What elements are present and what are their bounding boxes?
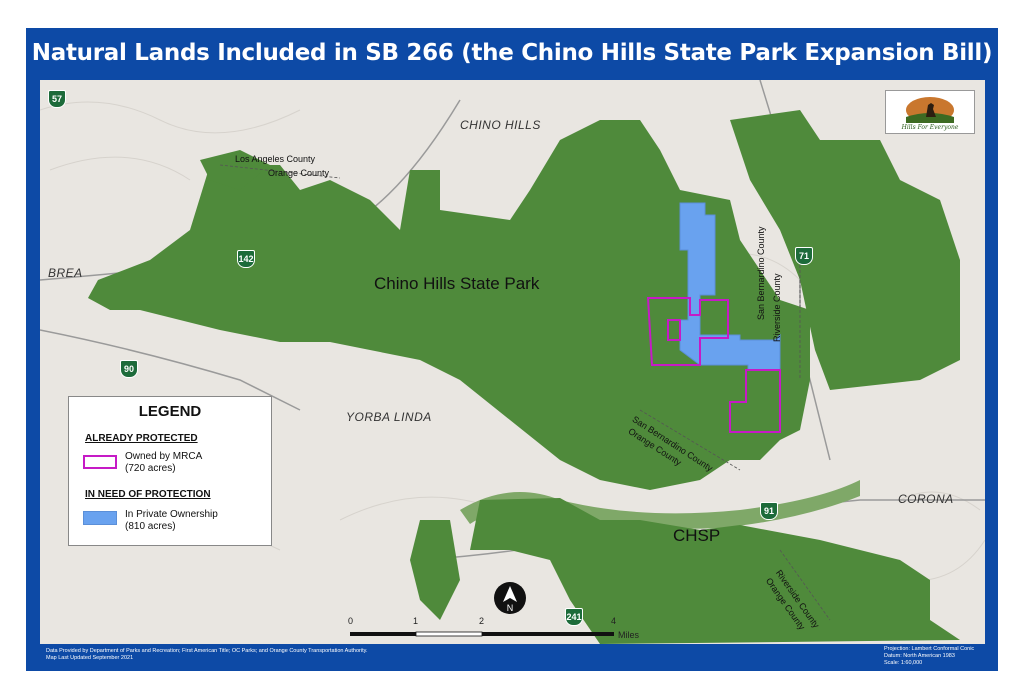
legend-mrca-swatch [83, 455, 117, 469]
label-riverside-county-vertical: Riverside County [772, 273, 782, 342]
scale-tick-0: 0 [348, 616, 354, 626]
scale-tick-2: 2 [479, 616, 485, 626]
park-southwest [410, 520, 460, 620]
label-corona: CORONA [898, 492, 954, 506]
legend-private-label: In Private Ownership [125, 509, 218, 520]
scale-unit: Miles [618, 630, 640, 640]
map-title: Natural Lands Included in SB 266 (the Ch… [31, 40, 993, 66]
scale-tick-1: 1 [413, 616, 419, 626]
footer-source: Data Provided by Department of Parks and… [46, 648, 368, 662]
map-graphics [40, 80, 985, 644]
footer-projection-line: Projection: Lambert Conformal Conic [884, 646, 975, 652]
legend-protected-heading: ALREADY PROTECTED [85, 433, 198, 444]
legend-mrca-label: Owned by MRCA [125, 451, 203, 462]
legend-private-acres: (810 acres) [125, 521, 176, 532]
footer-source-line2: Map Last Updated September 2021 [46, 655, 134, 661]
label-orange-county-top: Orange County [268, 168, 330, 178]
legend-private-item: In Private Ownership (810 acres) [125, 509, 218, 533]
scale-bar-graphic [350, 631, 614, 637]
label-yorba-linda: YORBA LINDA [346, 410, 432, 424]
footer-scale-line: Scale: 1:60,000 [884, 660, 923, 666]
route-shield-71: 71 [795, 247, 813, 265]
label-chino-hills: CHINO HILLS [460, 118, 541, 132]
legend-private-swatch [83, 511, 117, 525]
footer-projection: Projection: Lambert Conformal Conic Datu… [884, 646, 974, 667]
scale-tick-4: 4 [611, 616, 617, 626]
label-chino-hills-state-park: Chino Hills State Park [374, 274, 540, 293]
hills-for-everyone-logo: Hills For Everyone [885, 90, 975, 134]
logo-text: Hills For Everyone [901, 124, 959, 131]
route-shield-90: 90 [120, 360, 138, 378]
label-los-angeles-county: Los Angeles County [235, 154, 316, 164]
route-shield-91: 91 [760, 502, 778, 520]
footer-source-line1: Data Provided by Department of Parks and… [46, 648, 368, 654]
legend-mrca-item: Owned by MRCA (720 acres) [125, 451, 202, 475]
map-canvas[interactable]: CHINO HILLS BREA YORBA LINDA CORONA Chin… [40, 80, 985, 644]
legend-title: LEGEND [138, 403, 202, 420]
legend-mrca-acres: (720 acres) [125, 463, 176, 474]
label-chsp: CHSP [673, 526, 721, 545]
route-shield-142: 142 [237, 250, 255, 268]
legend-need-heading: IN NEED OF PROTECTION [85, 489, 211, 500]
route-shield-57: 57 [48, 90, 66, 108]
north-arrow-icon: N [494, 582, 526, 614]
north-arrow-letter: N [507, 603, 514, 613]
footer-datum-line: Datum: North American 1983 [884, 653, 955, 659]
legend-box: LEGEND ALREADY PROTECTED Owned by MRCA (… [68, 396, 272, 546]
label-brea: BREA [48, 266, 83, 280]
label-san-bernardino-county-vertical: San Bernardino County [756, 226, 766, 320]
